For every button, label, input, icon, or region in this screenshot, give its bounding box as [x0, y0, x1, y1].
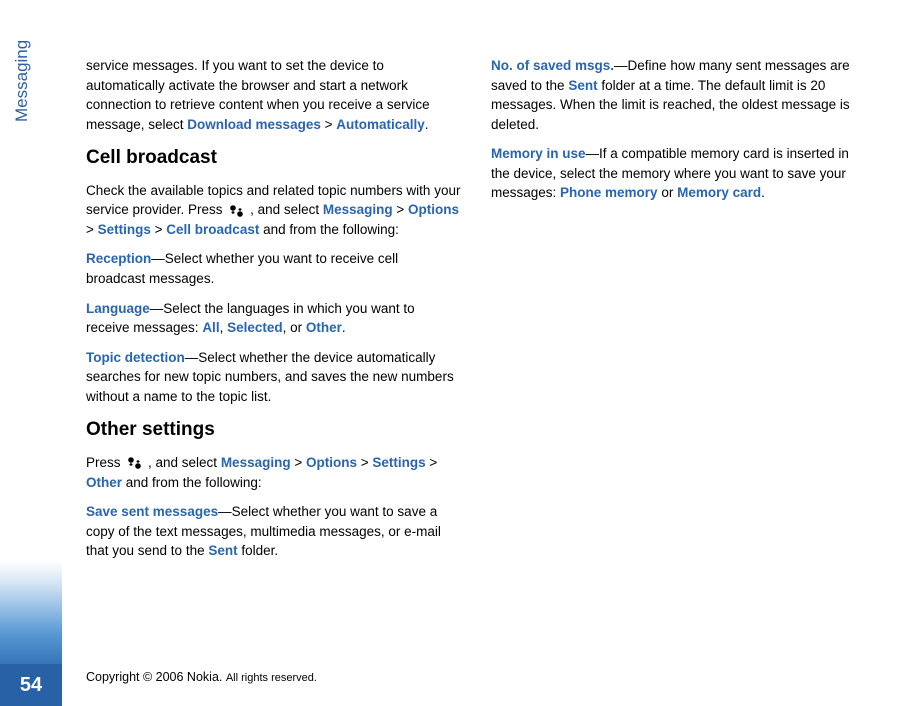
- setting-term: Reception: [86, 251, 151, 266]
- menu-path-item: Automatically: [336, 117, 425, 132]
- separator: >: [86, 222, 98, 237]
- body-text: , and select: [246, 202, 323, 217]
- option-value: Phone memory: [560, 185, 658, 200]
- body-text: , and select: [144, 455, 221, 470]
- rights-text: All rights reserved.: [226, 672, 317, 684]
- separator: >: [393, 202, 408, 217]
- footer: Copyright © 2006 Nokia. All rights reser…: [86, 670, 317, 684]
- paragraph: Language—Select the languages in which y…: [86, 299, 461, 338]
- menu-path-item: Options: [306, 455, 357, 470]
- copyright-text: Copyright © 2006 Nokia.: [86, 670, 226, 684]
- option-value: Memory card: [677, 185, 761, 200]
- menu-key-icon: [125, 456, 143, 470]
- menu-path-item: Other: [86, 475, 122, 490]
- folder-name: Sent: [568, 78, 597, 93]
- separator: >: [151, 222, 166, 237]
- column-right: No. of saved msgs.—Define how many sent …: [491, 56, 866, 571]
- separator: ,: [220, 320, 228, 335]
- option-value: Other: [306, 320, 342, 335]
- separator: >: [291, 455, 306, 470]
- paragraph: Save sent messages—Select whether you wa…: [86, 502, 461, 561]
- column-left: service messages. If you want to set the…: [86, 56, 461, 571]
- option-value: All: [202, 320, 219, 335]
- paragraph: Topic detection—Select whether the devic…: [86, 348, 461, 407]
- separator: >: [426, 455, 438, 470]
- setting-term: No. of saved msgs.: [491, 58, 614, 73]
- paragraph: Press , and select Messaging > Options >…: [86, 453, 461, 492]
- separator: >: [357, 455, 372, 470]
- heading-other-settings: Other settings: [86, 416, 461, 444]
- option-value: Selected: [227, 320, 283, 335]
- setting-term: Topic detection: [86, 350, 185, 365]
- body-text: and from the following:: [259, 222, 399, 237]
- menu-path-item: Settings: [98, 222, 151, 237]
- body-text: folder.: [238, 543, 279, 558]
- menu-path-item: Download messages: [187, 117, 321, 132]
- paragraph: No. of saved msgs.—Define how many sent …: [491, 56, 866, 134]
- heading-cell-broadcast: Cell broadcast: [86, 144, 461, 172]
- menu-path-item: Cell broadcast: [166, 222, 259, 237]
- paragraph: Memory in use—If a compatible memory car…: [491, 144, 866, 203]
- separator: >: [321, 117, 336, 132]
- sidebar: Messaging 54: [0, 0, 62, 706]
- content-area: service messages. If you want to set the…: [86, 56, 866, 571]
- page-number: 54: [0, 664, 62, 706]
- body-text: .: [761, 185, 765, 200]
- setting-term: Language: [86, 301, 150, 316]
- menu-path-item: Settings: [372, 455, 425, 470]
- folder-name: Sent: [208, 543, 237, 558]
- menu-path-item: Messaging: [323, 202, 393, 217]
- paragraph: Reception—Select whether you want to rec…: [86, 249, 461, 288]
- body-text: .: [425, 117, 429, 132]
- menu-key-icon: [227, 204, 245, 218]
- menu-path-item: Options: [408, 202, 459, 217]
- menu-path-item: Messaging: [221, 455, 291, 470]
- separator: , or: [283, 320, 306, 335]
- paragraph: service messages. If you want to set the…: [86, 56, 461, 134]
- setting-term: Save sent messages: [86, 504, 218, 519]
- separator: or: [658, 185, 678, 200]
- paragraph: Check the available topics and related t…: [86, 181, 461, 240]
- body-text: .: [342, 320, 346, 335]
- setting-term: Memory in use: [491, 146, 586, 161]
- section-label: Messaging: [12, 40, 32, 122]
- body-text: and from the following:: [122, 475, 262, 490]
- body-text: Press: [86, 455, 124, 470]
